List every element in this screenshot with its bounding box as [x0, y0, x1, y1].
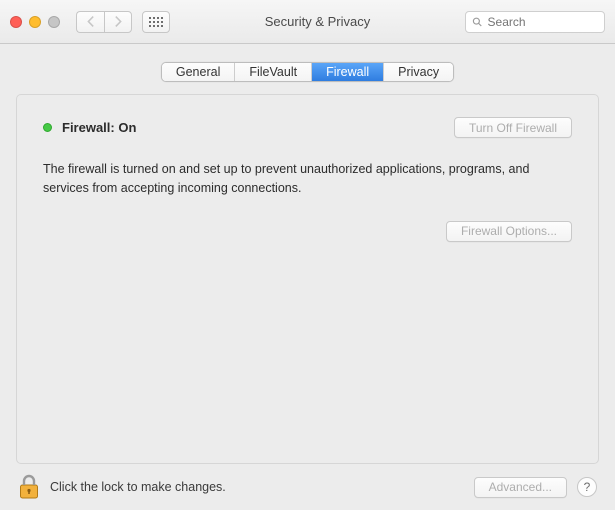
show-all-button[interactable]: [142, 11, 170, 33]
traffic-lights: [10, 16, 60, 28]
lock-icon[interactable]: [18, 474, 40, 500]
lock-hint-text: Click the lock to make changes.: [50, 480, 464, 494]
status-indicator-icon: [43, 123, 52, 132]
close-window-button[interactable]: [10, 16, 22, 28]
firewall-description: The firewall is turned on and set up to …: [43, 160, 563, 199]
status-row: Firewall: On Turn Off Firewall: [43, 117, 572, 138]
status-left: Firewall: On: [43, 120, 136, 135]
grid-icon: [149, 17, 163, 27]
window-title: Security & Privacy: [180, 14, 455, 29]
titlebar: Security & Privacy: [0, 0, 615, 44]
firewall-options-button[interactable]: Firewall Options...: [446, 221, 572, 242]
tab-general[interactable]: General: [162, 63, 235, 81]
search-field[interactable]: [465, 11, 605, 33]
turn-off-firewall-button[interactable]: Turn Off Firewall: [454, 117, 572, 138]
chevron-right-icon: [114, 16, 122, 27]
minimize-window-button[interactable]: [29, 16, 41, 28]
zoom-window-button[interactable]: [48, 16, 60, 28]
search-icon: [472, 16, 483, 28]
options-row: Firewall Options...: [43, 221, 572, 242]
advanced-button[interactable]: Advanced...: [474, 477, 567, 498]
footer: Click the lock to make changes. Advanced…: [0, 464, 615, 510]
tabs: General FileVault Firewall Privacy: [161, 62, 454, 82]
back-button[interactable]: [76, 11, 104, 33]
tab-filevault[interactable]: FileVault: [235, 63, 312, 81]
tab-privacy[interactable]: Privacy: [384, 63, 453, 81]
nav-back-forward: [76, 11, 132, 33]
forward-button[interactable]: [104, 11, 132, 33]
chevron-left-icon: [87, 16, 95, 27]
firewall-status-label: Firewall: On: [62, 120, 136, 135]
firewall-panel: Firewall: On Turn Off Firewall The firew…: [16, 94, 599, 464]
help-button[interactable]: ?: [577, 477, 597, 497]
search-input[interactable]: [488, 15, 598, 29]
tab-firewall[interactable]: Firewall: [312, 63, 384, 81]
